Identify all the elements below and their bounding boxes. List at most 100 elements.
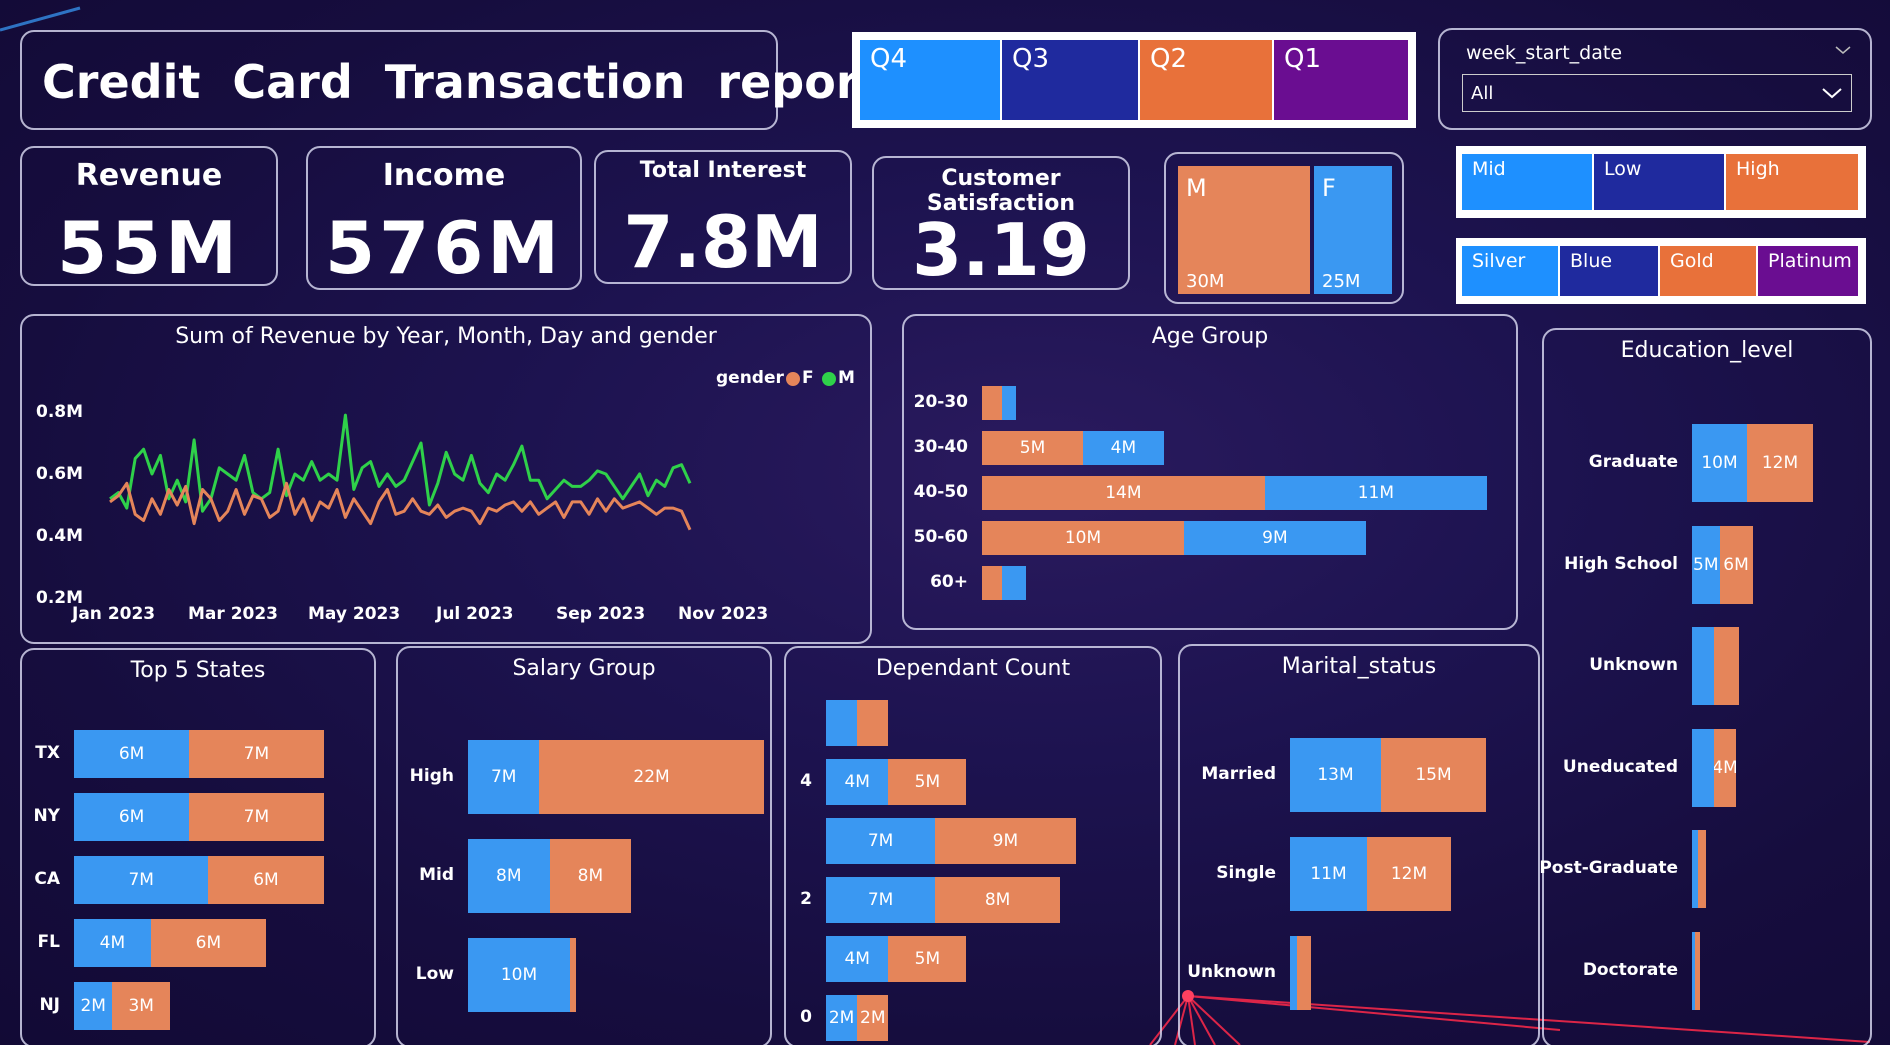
category-label: Single: [1216, 863, 1276, 883]
chevron-down-icon: [1822, 88, 1842, 99]
revenue-label: Revenue: [75, 158, 223, 193]
bar-segment-f[interactable]: [982, 386, 1003, 420]
bar-segment-f[interactable]: [1697, 830, 1706, 908]
bar-segment-m[interactable]: 2M: [74, 982, 113, 1030]
card-silver-button[interactable]: Silver: [1462, 246, 1558, 296]
bar-segment-m[interactable]: [826, 700, 858, 746]
line-series-f: [109, 481, 692, 531]
bar-segment-f[interactable]: 5M: [888, 759, 967, 805]
bar-segment-f[interactable]: 6M: [1719, 525, 1753, 604]
category-label: 40-50: [913, 482, 968, 502]
bar-segment-f[interactable]: 8M: [549, 839, 632, 913]
bar-segment-f[interactable]: 6M: [208, 856, 324, 904]
bar-segment-m[interactable]: [1002, 566, 1027, 600]
bar-segment-f[interactable]: 2M: [857, 995, 889, 1041]
bar-segment-m[interactable]: [1002, 386, 1017, 420]
gender-f-tile[interactable]: F 25M: [1314, 166, 1392, 294]
bar-segment-f[interactable]: 5M: [982, 431, 1083, 465]
card-blue-button[interactable]: Blue: [1560, 246, 1658, 296]
salary-group-title: Salary Group: [512, 656, 656, 681]
bar-segment-m[interactable]: 4M: [1083, 431, 1164, 465]
bar-segment-f[interactable]: 12M: [1367, 837, 1451, 911]
bar-segment-m[interactable]: 4M: [826, 759, 889, 805]
bar-segment-m[interactable]: 13M: [1290, 738, 1381, 812]
revenue-line-chart-card: Sum of Revenue by Year, Month, Day and g…: [20, 314, 872, 644]
bar-segment-m[interactable]: [1290, 936, 1297, 1010]
bar-segment-f[interactable]: [1695, 931, 1701, 1010]
card-gold-button[interactable]: Gold: [1660, 246, 1756, 296]
bar-segment-f[interactable]: 22M: [539, 740, 764, 814]
bar-segment-m[interactable]: 5M: [1692, 525, 1720, 604]
gender-treemap-card: M 30M F 25M: [1164, 152, 1404, 304]
bar-segment-m[interactable]: 6M: [74, 730, 190, 778]
category-label: High: [409, 766, 454, 786]
quarter-q2-button[interactable]: Q2: [1140, 40, 1272, 120]
revenue-value: 55M: [57, 206, 241, 290]
bar-segment-f[interactable]: [1714, 627, 1739, 705]
bar-segment-m[interactable]: 7M: [826, 818, 936, 864]
category-label: Post-Graduate: [1539, 858, 1678, 878]
revenue-kpi-card: Revenue 55M: [20, 146, 278, 290]
bar-segment-f[interactable]: [570, 938, 577, 1012]
bar-segment-f[interactable]: 10M: [982, 521, 1184, 555]
bar-segment-m[interactable]: 9M: [1184, 521, 1366, 555]
bar-segment-m[interactable]: [1692, 728, 1714, 807]
category-label: FL: [37, 932, 60, 952]
bar-segment-m[interactable]: 7M: [826, 877, 936, 923]
quarter-q1-button[interactable]: Q1: [1274, 40, 1408, 120]
bar-segment-f[interactable]: 6M: [150, 919, 266, 967]
category-label: 4: [800, 771, 812, 791]
bar-segment-m[interactable]: 11M: [1290, 837, 1367, 911]
bar-segment-f[interactable]: 15M: [1381, 738, 1486, 812]
age-group-title: Age Group: [1151, 324, 1269, 349]
customer-satisfaction-kpi-card: Customer Satisfaction 3.19: [872, 156, 1130, 292]
income-mid-button[interactable]: Mid: [1462, 154, 1592, 210]
bar-segment-f[interactable]: 4M: [1714, 728, 1736, 807]
top-states-chart-card: Top 5 States TX 6M 7M NY 6M 7M CA 7M 6M FL 4M 6M NJ 2…: [20, 648, 376, 1047]
bar-segment-f[interactable]: 12M: [1747, 424, 1813, 502]
quarter-q3-button[interactable]: Q3: [1002, 40, 1138, 120]
bar-segment-f[interactable]: [1297, 936, 1311, 1010]
gender-m-value: 30M: [1186, 271, 1225, 292]
bar-segment-f[interactable]: 9M: [935, 818, 1076, 864]
bar-segment-f[interactable]: 8M: [935, 877, 1060, 923]
category-label: CA: [34, 869, 60, 889]
bar-segment-m[interactable]: 6M: [74, 793, 190, 841]
bar-segment-f[interactable]: 3M: [112, 982, 170, 1030]
bar-segment-m[interactable]: [1692, 627, 1714, 705]
income-group-slicer: Mid Low High: [1456, 146, 1866, 218]
income-low-button[interactable]: Low: [1594, 154, 1724, 210]
bar-segment-m[interactable]: 11M: [1264, 476, 1487, 510]
category-label: Mid: [419, 865, 454, 885]
bar-segment-m[interactable]: 7M: [468, 740, 540, 814]
card-platinum-button[interactable]: Platinum: [1758, 246, 1858, 296]
collapse-chevron-icon[interactable]: [1834, 44, 1852, 56]
bar-segment-m[interactable]: 2M: [826, 995, 858, 1041]
bar-segment-f[interactable]: 7M: [189, 793, 324, 841]
revenue-line-plot: [109, 413, 692, 531]
bar-segment-m[interactable]: 4M: [826, 936, 889, 982]
marital-status-chart-card: Marital_status Married 13M 15M Single 11M 12M…: [1178, 644, 1540, 1047]
report-title: Credit Card Transaction report: [42, 55, 881, 109]
total-interest-label: Total Interest: [639, 158, 807, 183]
week-filter-dropdown[interactable]: All: [1462, 74, 1852, 112]
quarter-q4-button[interactable]: Q4: [860, 40, 1000, 120]
bar-segment-m[interactable]: 8M: [468, 839, 550, 913]
bar-segment-m[interactable]: 7M: [74, 856, 209, 904]
gender-m-tile[interactable]: M 30M: [1178, 166, 1310, 294]
bar-segment-f[interactable]: 14M: [982, 476, 1265, 510]
category-label: 0: [800, 1007, 812, 1027]
category-label: 50-60: [913, 527, 968, 547]
bar-segment-f[interactable]: 5M: [888, 936, 967, 982]
category-label: Low: [415, 964, 454, 984]
bar-segment-f[interactable]: [857, 700, 889, 746]
income-high-button[interactable]: High: [1726, 154, 1858, 210]
bar-segment-m[interactable]: 10M: [468, 938, 570, 1012]
bar-segment-f[interactable]: [982, 566, 1003, 600]
bar-segment-m[interactable]: 10M: [1692, 424, 1747, 502]
category-label: 60+: [930, 572, 968, 592]
line-series-m: [109, 413, 692, 513]
bar-segment-m[interactable]: 4M: [74, 919, 151, 967]
category-label: Married: [1201, 764, 1276, 784]
bar-segment-f[interactable]: 7M: [189, 730, 324, 778]
